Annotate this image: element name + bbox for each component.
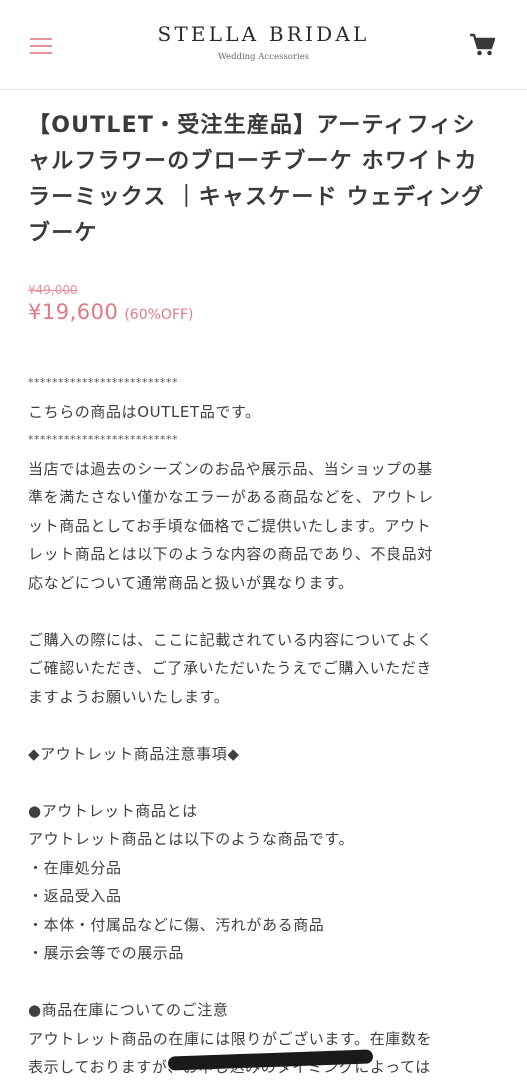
divider-stars: ************************* (28, 376, 178, 389)
divider-stars: ************************* (28, 433, 178, 446)
product-description: ************************* こちらの商品はOUTLET品… (28, 369, 503, 1080)
paragraph-line: レット商品とは以下のような内容の商品であり、不良品対 (28, 545, 433, 563)
paragraph-line: 当店では過去のシーズンのお品や展示品、当ショップの基 (28, 459, 433, 478)
product-title: 【OUTLET・受注生産品】アーティフィシャルフラワーのブローチブーケ ホワイト… (28, 113, 485, 246)
paragraph-line: アウトレット商品の在庫には限りがございます。在庫数を (28, 1029, 433, 1048)
paragraph-line: 応などについて通常商品と扱いが異なります。 (28, 573, 354, 592)
paragraph-line: アウトレット商品とは以下のような商品です。 (28, 830, 355, 848)
section-heading: ◆アウトレット商品注意事項◆ (28, 744, 240, 763)
sale-price: ¥19,600 (28, 300, 119, 324)
shopping-cart-icon[interactable] (468, 32, 498, 58)
list-item: ・返品受入品 (28, 887, 122, 905)
paragraph-line: ご購入の際には、ここに記載されている内容についてよく (28, 630, 433, 649)
subheading-stock: ●商品在庫についてのご注意 (28, 1001, 229, 1019)
paragraph-line: ット商品としてお手頃な価格でご提供いたします。アウト (28, 516, 432, 535)
list-item: ・在庫処分品 (28, 858, 122, 877)
subheading-outlet: ●アウトレット商品とは (28, 801, 198, 820)
brand-name: STELLA BRIDAL (157, 22, 370, 46)
list-item: ・展示会等での展示品 (28, 944, 185, 962)
discount-badge: (60%OFF) (124, 307, 194, 323)
paragraph-line: ますようお願いいたします。 (28, 687, 230, 706)
outlet-notice: こちらの商品はOUTLET品です。 (28, 402, 261, 421)
price-row: ¥19,600 (60%OFF) (28, 296, 194, 331)
paragraph-line: 準を満たさない僅かなエラーがある商品などを、アウトレ (28, 488, 434, 506)
site-header: STELLA BRIDAL Wedding Accessories (0, 0, 527, 90)
list-item: ・本体・付属品などに傷、汚れがある商品 (28, 915, 325, 934)
paragraph-line: ご確認いただき、ご了承いただいたうえでご購入いただき (28, 659, 433, 677)
brand-logo[interactable]: STELLA BRIDAL Wedding Accessories (0, 22, 527, 62)
brand-subtitle: Wedding Accessories (218, 52, 309, 62)
